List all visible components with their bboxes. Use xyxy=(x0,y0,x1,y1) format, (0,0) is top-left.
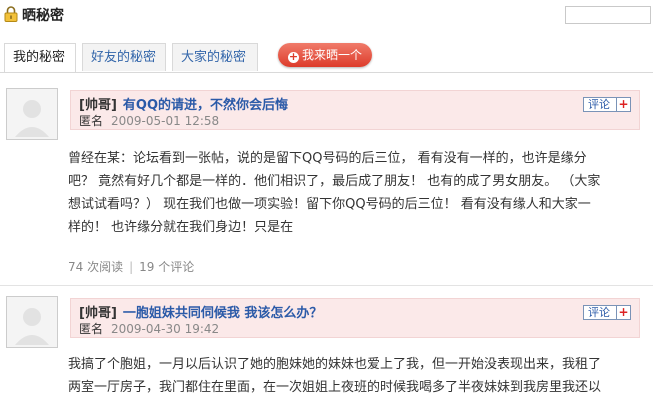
stats-separator: | xyxy=(129,260,134,274)
search-input[interactable] xyxy=(565,6,651,24)
post-header: [帅哥] 一胞姐妹共同伺候我 我该怎么办？ 匿名 2009-04-30 19:42 … xyxy=(70,298,640,338)
post-body: 我搞了个胞姐，一月以后认识了她的胞妹她的妹妹也爱上了我，但一开始没表现出来，我租… xyxy=(68,353,643,399)
tab-everyones-secrets[interactable]: 大家的秘密 xyxy=(172,43,258,71)
post-body: 曾经在某：论坛看到一张帖，说的是留下QQ号码的后三位， 看有没有一样的，也许是缘… xyxy=(68,147,643,239)
post-body-line: 吧？ 竟然有好几个都是一样的．他们相识了，最后成了朋友！ 也有的成了男女朋友。 … xyxy=(68,174,601,189)
comment-button-label: 评论 xyxy=(588,306,610,319)
post-item: [帅哥] 有QQ的请进，不然你会后悔 匿名 2009-05-01 12:58 评论 … xyxy=(0,88,653,288)
post-meta: 匿名 2009-05-01 12:58 xyxy=(79,112,219,129)
post-title-line: [帅哥] 有QQ的请进，不然你会后悔 xyxy=(79,94,288,113)
post-item: [帅哥] 一胞姐妹共同伺候我 我该怎么办？ 匿名 2009-04-30 19:42 … xyxy=(0,296,653,400)
add-icon: + xyxy=(616,306,630,319)
share-secret-button[interactable]: + 我来晒一个 xyxy=(278,43,372,67)
app-header: 晒秘密 xyxy=(0,0,653,34)
comment-count[interactable]: 19 个评论 xyxy=(139,260,194,274)
post-header: [帅哥] 有QQ的请进，不然你会后悔 匿名 2009-05-01 12:58 评论 … xyxy=(70,90,640,130)
post-author: [帅哥] xyxy=(79,306,117,321)
avatar[interactable] xyxy=(6,88,58,140)
avatar[interactable] xyxy=(6,296,58,348)
divider xyxy=(0,285,653,286)
post-body-line: 我搞了个胞姐，一月以后认识了她的胞妹她的妹妹也爱上了我，但一开始没表现出来，我租… xyxy=(68,357,602,372)
post-date: 2009-05-01 12:58 xyxy=(111,114,220,128)
post-body-line: 两室一厅房子，我门都住在里面，在一次姐姐上夜班的时候我喝多了半夜妹妹到我房里我还… xyxy=(68,380,602,395)
share-button-label: 我来晒一个 xyxy=(301,48,362,62)
post-title-link[interactable]: 有QQ的请进，不然你会后悔 xyxy=(123,98,288,113)
tab-bar: 我的秘密 好友的秘密 大家的秘密 + 我来晒一个 xyxy=(0,40,653,73)
post-author: [帅哥] xyxy=(79,98,117,113)
plus-icon: + xyxy=(287,50,299,63)
post-body-line: 想试试看吗？） 现在我们也做一项实验！留下你QQ号码的后三位！ 看有没有缘人和大… xyxy=(68,197,591,212)
post-meta: 匿名 2009-04-30 19:42 xyxy=(79,320,219,337)
post-body-line: 曾经在某：论坛看到一张帖，说的是留下QQ号码的后三位， 看有没有一样的，也许是缘… xyxy=(68,151,587,166)
post-date: 2009-04-30 19:42 xyxy=(111,322,220,336)
post-stats: 74 次阅读 | 19 个评论 xyxy=(68,258,194,275)
comment-button-label: 评论 xyxy=(588,98,610,111)
comment-button[interactable]: 评论 + xyxy=(583,97,631,112)
anonymous-label: 匿名 xyxy=(79,322,104,336)
view-count[interactable]: 74 次阅读 xyxy=(68,260,123,274)
post-title-line: [帅哥] 一胞姐妹共同伺候我 我该怎么办？ xyxy=(79,302,322,321)
page-title: 晒秘密 xyxy=(22,8,64,24)
post-title-link[interactable]: 一胞姐妹共同伺候我 我该怎么办？ xyxy=(123,306,323,321)
tab-my-secrets[interactable]: 我的秘密 xyxy=(4,43,76,72)
add-icon: + xyxy=(616,98,630,111)
post-body-line: 样的！ 也许缘分就在我们身边！只是在 xyxy=(68,220,294,235)
tab-friends-secrets[interactable]: 好友的秘密 xyxy=(82,43,166,71)
lock-icon xyxy=(4,6,18,22)
comment-button[interactable]: 评论 + xyxy=(583,305,631,320)
anonymous-label: 匿名 xyxy=(79,114,104,128)
